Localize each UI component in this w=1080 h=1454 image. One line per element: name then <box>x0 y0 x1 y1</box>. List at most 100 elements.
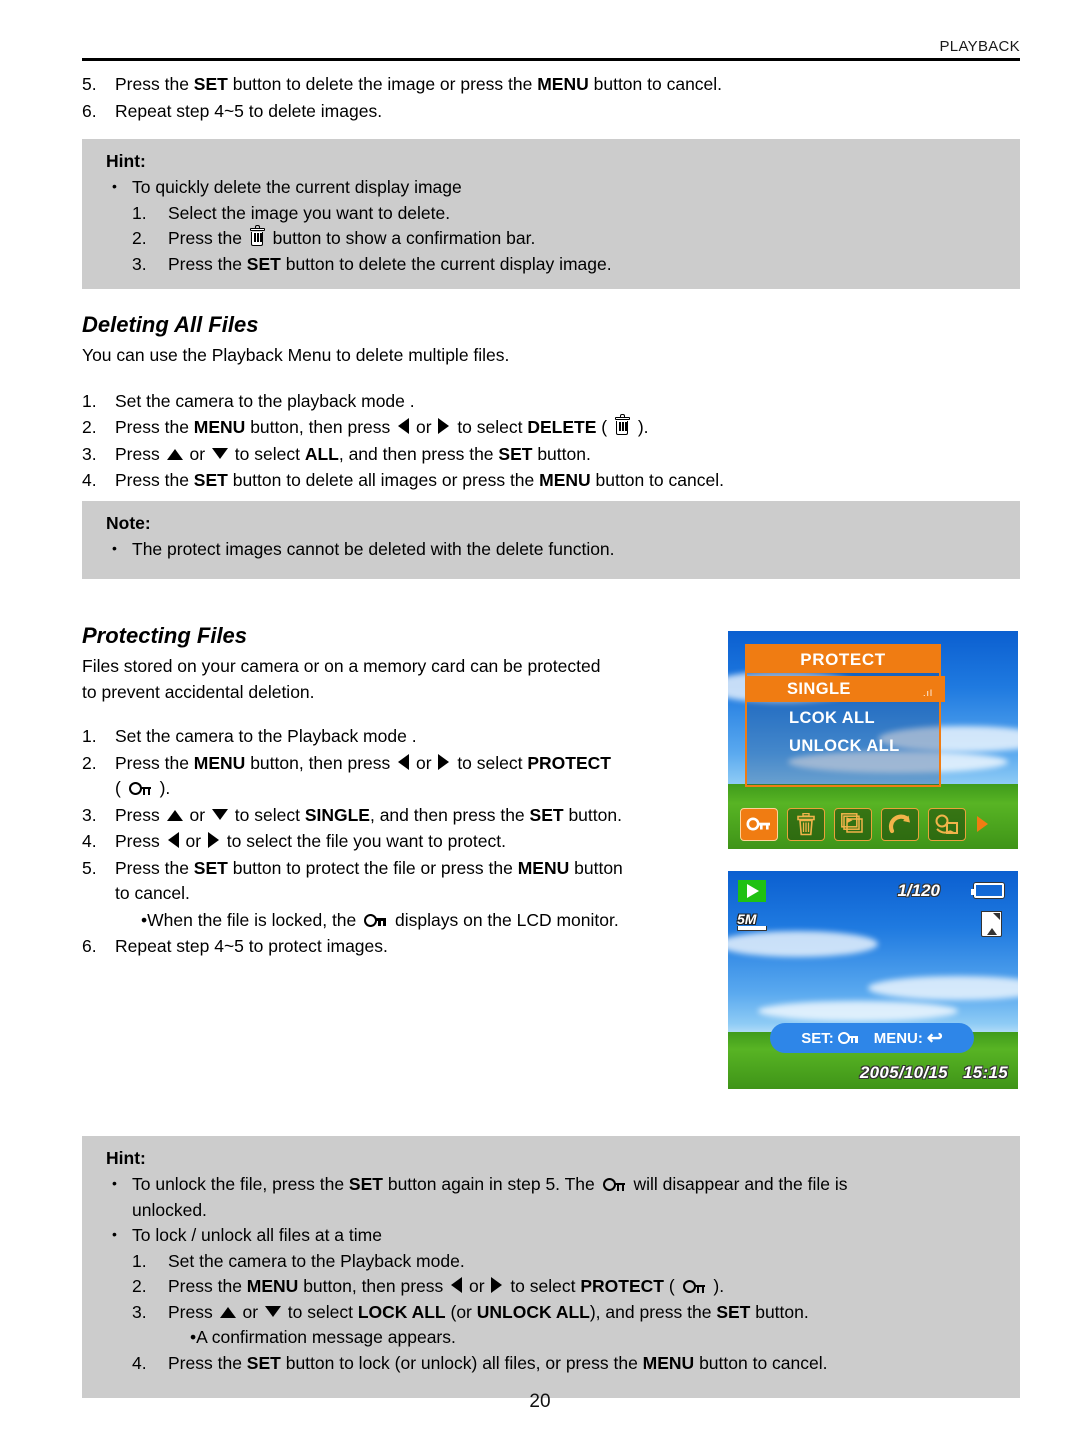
left-arrow-icon <box>398 753 410 770</box>
item-number: 3. <box>132 1301 147 1322</box>
bold-token: LOCK ALL <box>357 1301 446 1322</box>
bold-token: DELETE <box>527 417 597 437</box>
delete-trash-icon[interactable] <box>787 807 825 841</box>
step-text: Press <box>115 804 165 825</box>
list-item: 3. Press or to select SINGLE, and then pr… <box>82 803 722 829</box>
section-intro-line2: to prevent accidental deletion. <box>82 681 315 702</box>
list-item: • The protect images cannot be deleted wi… <box>106 537 1002 563</box>
item-number: 2. <box>132 1276 147 1296</box>
camera-screenshots: PROTECT SINGLE .ıl LCOK ALL UNLOCK ALL 5… <box>728 631 1018 1089</box>
list-item: 1. Set the camera to the Playback mode. <box>132 1249 1002 1275</box>
menu-item-label: LCOK ALL <box>789 708 875 727</box>
sd-card-icon <box>981 911 1002 937</box>
numbered-list: 1. Set the camera to the playback mode . … <box>82 389 1020 494</box>
step-text: or <box>180 831 206 851</box>
down-arrow-icon <box>264 1305 281 1317</box>
list-item: 3. Press or to select ALL, and then press… <box>82 442 1020 468</box>
item-number: 5. <box>82 74 97 94</box>
step-text: (or <box>445 1301 477 1322</box>
step-text: button to delete all images or press the <box>227 470 540 490</box>
up-arrow-icon <box>166 448 183 460</box>
step-text: Repeat step 4~5 to protect images. <box>115 936 388 956</box>
bold-token: MENU <box>539 470 591 490</box>
list-item: 2. Press the button to show a confirmatio… <box>132 225 1002 252</box>
item-number: 3. <box>132 253 147 274</box>
menu-item-label: UNLOCK ALL <box>789 736 900 755</box>
step-text: button, then press <box>245 752 396 773</box>
item-number: 2. <box>82 417 97 437</box>
numbered-list: 5. Press the SET button to delete the ima… <box>82 72 1020 124</box>
document-page: PLAYBACK 5. Press the SET button to delet… <box>0 0 1080 1454</box>
step-text: or <box>411 752 437 773</box>
rotate-icon[interactable] <box>881 807 919 841</box>
bullet-text: To quickly delete the current display im… <box>132 177 462 197</box>
bold-token: SET <box>193 74 228 94</box>
item-number: 3. <box>82 443 97 464</box>
item-number: 2. <box>82 752 97 773</box>
step-text: , and then press the <box>338 443 499 464</box>
list-item: • To unlock the file, press the SET butto… <box>106 1172 1002 1223</box>
item-number: 1. <box>82 390 97 411</box>
item-number: 5. <box>82 857 97 878</box>
bold-token: MENU <box>642 1352 695 1373</box>
step-text: button to delete the current display ima… <box>280 253 612 274</box>
down-arrow-icon <box>211 447 228 459</box>
note-title: Note: <box>106 513 151 533</box>
step-text: Press the <box>115 470 194 490</box>
step-text: displays on the LCD monitor. <box>390 909 619 930</box>
protect-menu-panel: PROTECT SINGLE .ıl LCOK ALL UNLOCK ALL <box>745 644 945 787</box>
step-text: button to show a confirmation bar. <box>267 228 536 248</box>
list-item: 6. Repeat step 4~5 to protect images. <box>82 934 722 960</box>
step-text: to select <box>452 417 528 437</box>
up-arrow-icon <box>219 1306 236 1318</box>
play-mode-icon <box>738 880 766 902</box>
menu-item-lock-all[interactable]: LCOK ALL <box>745 705 945 731</box>
bold-token: PROTECT <box>527 752 611 773</box>
step-text: ( <box>663 1276 680 1296</box>
slideshow-icon[interactable] <box>834 807 872 841</box>
hint-box-protect: Hint: • To unlock the file, press the SET… <box>82 1136 1020 1398</box>
right-arrow-icon <box>438 418 450 434</box>
step-text: ). <box>154 778 171 798</box>
step-text: to cancel. <box>115 883 190 903</box>
next-page-arrow-icon[interactable] <box>977 816 988 832</box>
step-text: button. <box>532 443 591 464</box>
right-arrow-icon <box>438 753 450 770</box>
item-number: 2. <box>132 228 147 248</box>
bold-token: UNLOCK ALL <box>476 1301 590 1322</box>
step-text: ( <box>596 417 612 437</box>
list-item: 1. Select the image you want to delete. <box>132 201 1002 227</box>
protecting-files-section: Protecting Files Files stored on your ca… <box>82 622 722 961</box>
section-intro: You can use the Playback Menu to delete … <box>82 345 510 365</box>
bold-token: SET <box>193 857 228 878</box>
bullet-text: button again in step 5. The <box>382 1174 600 1194</box>
bullet-text: unlocked. <box>132 1199 207 1220</box>
time-label: 15:15 <box>963 1063 1008 1082</box>
set-hint: SET: <box>801 1030 859 1047</box>
numbered-list: 1. Set the camera to the Playback mode . … <box>82 724 722 960</box>
bold-token: SET <box>193 470 228 490</box>
list-item: •When the file is locked, the displays o… <box>82 908 722 934</box>
section-heading: Protecting Files <box>82 623 248 648</box>
step-text: Select the image you want to delete. <box>168 202 451 223</box>
menu-item-single[interactable]: SINGLE <box>745 676 945 702</box>
copy-to-card-icon[interactable] <box>928 807 966 841</box>
menu-label: MENU: <box>873 1029 923 1047</box>
right-arrow-icon <box>491 1277 503 1293</box>
frame-counter: 1/120 <box>897 881 940 900</box>
protect-key-icon[interactable] <box>740 807 778 841</box>
item-number: 4. <box>82 470 97 490</box>
trash-icon <box>249 225 266 247</box>
bold-token: PROTECT <box>580 1276 664 1296</box>
step-text: button to protect the file or press the <box>227 857 518 878</box>
menu-item-label: SINGLE <box>787 679 851 698</box>
list-item: 3. Press the SET button to delete the cur… <box>132 252 1002 278</box>
bold-token: MENU <box>246 1276 299 1296</box>
bold-token: SET <box>246 253 281 274</box>
page-header: PLAYBACK <box>82 38 1020 61</box>
bold-token: SET <box>348 1174 383 1194</box>
battery-full-icon <box>971 883 1004 898</box>
list-item: 1. Set the camera to the playback mode . <box>82 389 1020 415</box>
step-text: button, then press <box>245 417 396 437</box>
menu-item-unlock-all[interactable]: UNLOCK ALL <box>745 733 945 759</box>
